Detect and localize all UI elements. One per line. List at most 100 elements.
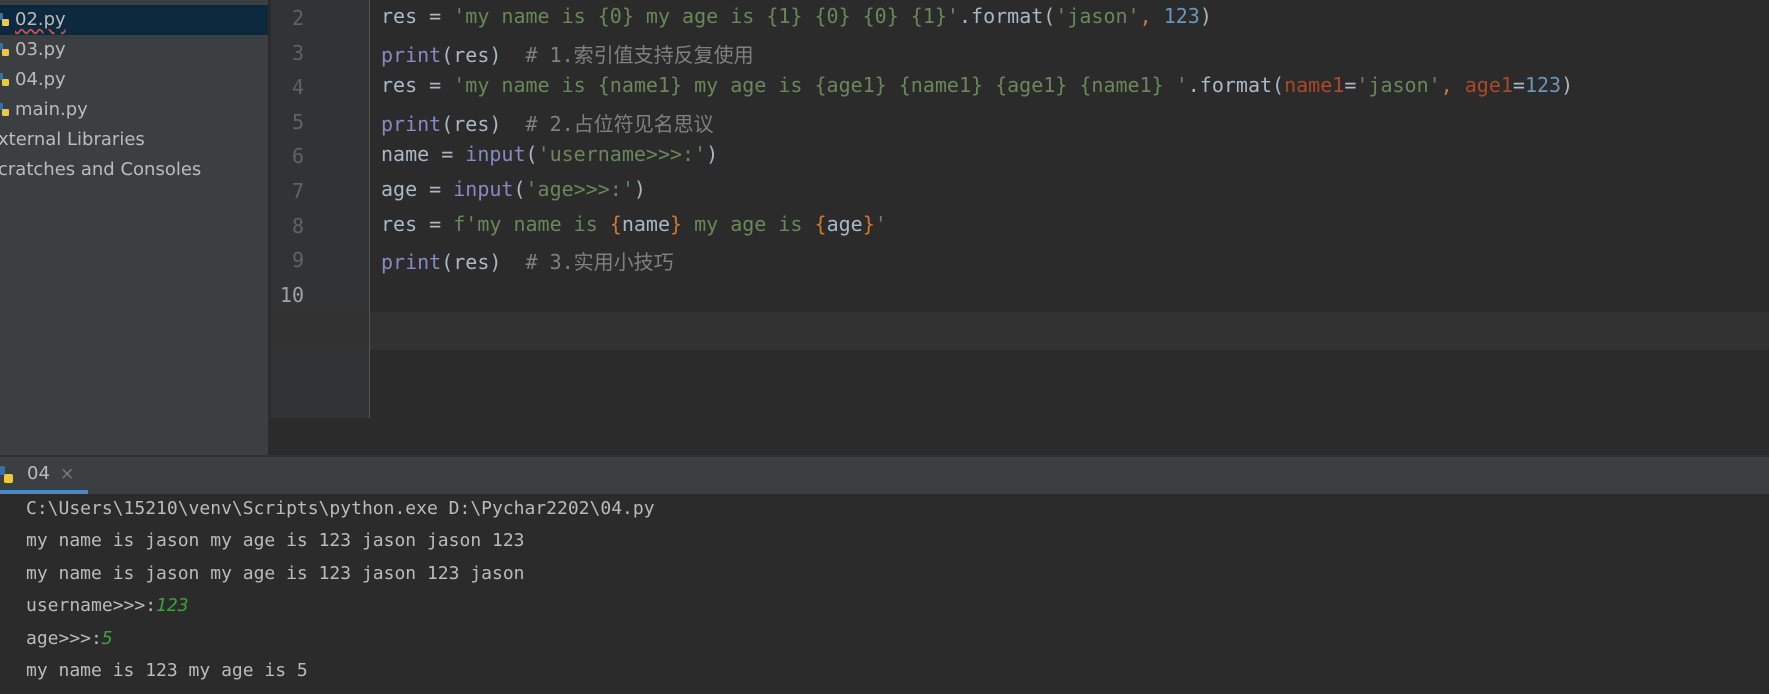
code-token: f'my name is [453,212,610,236]
tree-item-external-libraries[interactable]: xternal Libraries [0,125,268,155]
code-token: ( [525,142,538,166]
console-line: C:\Users\15210\venv\Scripts\python.exe D… [26,498,655,519]
code-token: = [1344,73,1357,97]
code-token: (res) [441,250,526,274]
code-token: , [1139,4,1164,28]
code-token: res = [381,212,454,236]
code-token: print [381,43,442,67]
python-file-icon [0,43,9,56]
tree-item-mainpy[interactable]: main.py [0,95,268,125]
code-token: (res) [441,43,526,67]
code-line: age = input('age>>>:') [381,177,646,201]
console-user-input: 123 [156,595,189,616]
code-token: } [862,212,875,236]
console-text: my name is jason my age is 123 jason 123… [26,563,525,584]
code-token: 'age>>>:' [525,177,634,201]
line-number: 9 [291,248,304,272]
code-token: age = [381,177,454,201]
tree-item-label: xternal Libraries [0,129,145,150]
code-token: ) [706,142,719,166]
code-token: .format( [1187,73,1285,97]
python-run-icon [0,466,13,483]
code-token: # 3.实用小技巧 [525,250,674,274]
gutter-divider [369,0,370,418]
code-token: (res) [441,112,526,136]
line-number: 8 [291,214,304,238]
line-number: 2 [291,6,304,30]
code-token: 'jason' [1356,73,1441,97]
code-line: res = f'my name is {name} my age is {age… [381,212,887,236]
line-number: 10 [279,283,304,307]
code-token: 'username>>>:' [537,142,707,166]
code-token: res = [381,4,454,28]
tree-item-label: main.py [15,99,88,120]
code-line: print(res) # 1.索引值支持反复使用 [381,39,754,68]
line-number: 4 [291,75,304,99]
tree-item-label: 03.py [15,39,66,60]
tree-item-03py[interactable]: 03.py [0,35,268,65]
console-text: age>>>: [26,628,102,649]
code-token: } [670,212,683,236]
console-user-input: 5 [101,628,113,649]
run-tab-label: 04 [27,463,50,484]
current-line-highlight [271,312,1769,350]
code-line: print(res) # 3.实用小技巧 [381,246,674,275]
console-line: age>>>:5 [26,628,113,649]
line-number: 3 [291,41,304,65]
python-file-icon [0,73,9,86]
code-token: input [453,177,514,201]
line-number: 7 [291,179,304,203]
tree-item-label: cratches and Consoles [0,159,202,180]
code-token: age [826,212,863,236]
close-icon[interactable]: × [60,464,74,484]
console-line: my name is 123 my age is 5 [26,660,308,681]
tree-item-02py[interactable]: 02.py [0,5,268,35]
project-tree: 02.py 03.py 04.py main.py xternal Librar… [0,0,268,456]
line-number: 6 [291,144,304,168]
code-token: 123 [1163,4,1200,28]
code-token: { [814,212,827,236]
code-token: ' [874,212,887,236]
console-text: my name is jason my age is 123 jason jas… [26,530,525,551]
run-tab-04[interactable]: 04 × [0,457,88,494]
code-line: print(res) # 2.占位符见名思议 [381,108,714,137]
tree-item-label: 02.py [15,9,66,30]
console-line: my name is jason my age is 123 jason jas… [26,530,525,551]
code-token: 123 [1524,73,1562,97]
code-token: ) [1199,4,1212,28]
editor-bottom-strip [271,418,1769,455]
code-token: ) [1561,73,1574,97]
console-text: C:\Users\15210\venv\Scripts\python.exe D… [26,498,655,519]
code-token: input [465,142,526,166]
console-line: username>>>:123 [26,595,189,616]
code-token: age1 [1464,73,1513,97]
code-token: 'my name is {name1} my age is {age1} {na… [453,73,1188,97]
code-token: # 2.占位符见名思议 [525,112,714,136]
code-token: { [609,212,622,236]
code-line: res = 'my name is {name1} my age is {age… [381,73,1573,97]
code-token: name1 [1284,73,1345,97]
console-line: my name is jason my age is 123 jason 123… [26,563,525,584]
tree-item-scratches-and-consoles[interactable]: cratches and Consoles [0,155,268,185]
code-token: my age is [682,212,815,236]
code-line: res = 'my name is {0} my age is {1} {0} … [381,4,1212,28]
code-token: .format( [958,4,1056,28]
code-token: ( [513,177,526,201]
code-token: print [381,112,442,136]
code-token: ) [633,177,646,201]
code-token: # 1.索引值支持反复使用 [525,43,754,67]
python-file-icon [0,13,9,26]
code-line: name = input('username>>>:') [381,142,718,166]
code-token: 'jason' [1055,4,1140,28]
python-file-icon [0,103,9,116]
code-token: print [381,250,442,274]
code-token: name = [381,142,466,166]
code-token: 'my name is {0} my age is {1} {0} {0} {1… [453,4,959,28]
code-token: res = [381,73,454,97]
tree-item-label: 04.py [15,69,66,90]
code-token: name [621,212,671,236]
tree-item-04py[interactable]: 04.py [0,65,268,95]
code-token: , [1440,73,1465,97]
line-number: 5 [291,110,304,134]
run-panel-header: 04 × [0,457,1769,494]
